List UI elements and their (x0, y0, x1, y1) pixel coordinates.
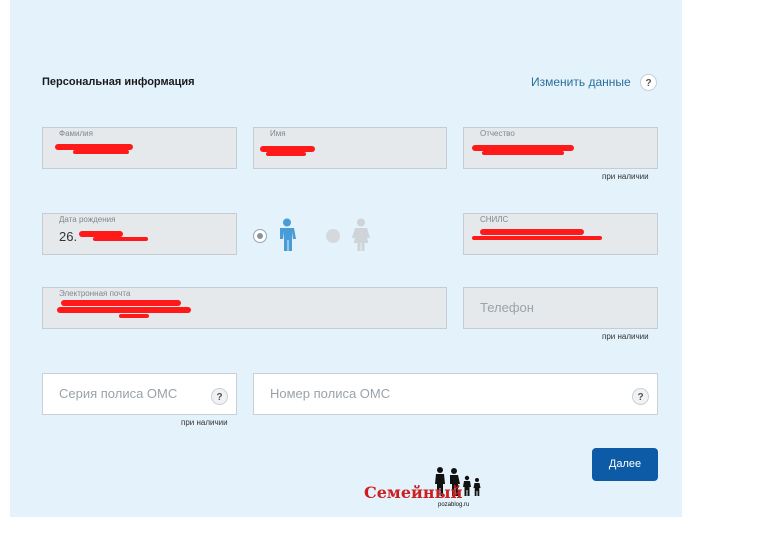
next-button[interactable]: Далее (592, 448, 658, 481)
redaction-mark (266, 152, 306, 156)
birth-date-value: 26. (59, 229, 78, 244)
patronymic-hint: при наличии (602, 172, 649, 181)
name-label: Имя (270, 129, 286, 138)
email-field[interactable]: Электронная почта (42, 287, 447, 329)
redaction-mark (480, 229, 584, 235)
name-field[interactable]: Имя (253, 127, 447, 169)
help-icon[interactable]: ? (211, 388, 228, 405)
oms-series-placeholder: Серия полиса ОМС (59, 386, 178, 401)
redaction-mark (119, 314, 149, 318)
section-title: Персональная информация (42, 76, 195, 88)
help-icon[interactable]: ? (640, 74, 657, 91)
redaction-mark (93, 237, 148, 241)
patronymic-field[interactable]: Отчество (463, 127, 658, 169)
redaction-mark (61, 300, 181, 306)
snils-field[interactable]: СНИЛС (463, 213, 658, 255)
watermark-sub: pozablog.ru (438, 502, 470, 508)
gender-female-radio[interactable] (326, 229, 340, 243)
birth-date-field[interactable]: Дата рождения 26. (42, 213, 237, 255)
female-icon (352, 218, 370, 251)
oms-series-field[interactable]: Серия полиса ОМС ? (42, 373, 237, 415)
patronymic-label: Отчество (480, 129, 515, 138)
birth-date-label: Дата рождения (59, 215, 116, 224)
oms-series-hint: при наличии (181, 418, 228, 427)
male-icon (280, 218, 296, 251)
edit-data-link[interactable]: Изменить данные (531, 75, 631, 89)
help-icon[interactable]: ? (632, 388, 649, 405)
phone-hint: при наличии (602, 332, 649, 341)
redaction-mark (73, 150, 129, 154)
redaction-mark (57, 307, 191, 313)
snils-label: СНИЛС (480, 215, 509, 224)
redaction-mark (482, 151, 564, 155)
redaction-mark (472, 236, 602, 240)
surname-label: Фамилия (59, 129, 93, 138)
watermark-text: Семейный (364, 483, 463, 502)
phone-field[interactable]: Телефон (463, 287, 658, 329)
watermark-logo: Семейный pozablog.ru (364, 466, 486, 510)
oms-number-field[interactable]: Номер полиса ОМС ? (253, 373, 658, 415)
email-label: Электронная почта (59, 289, 131, 298)
surname-field[interactable]: Фамилия (42, 127, 237, 169)
oms-number-placeholder: Номер полиса ОМС (270, 386, 391, 401)
gender-male-radio[interactable] (253, 229, 267, 243)
phone-placeholder: Телефон (480, 300, 534, 315)
